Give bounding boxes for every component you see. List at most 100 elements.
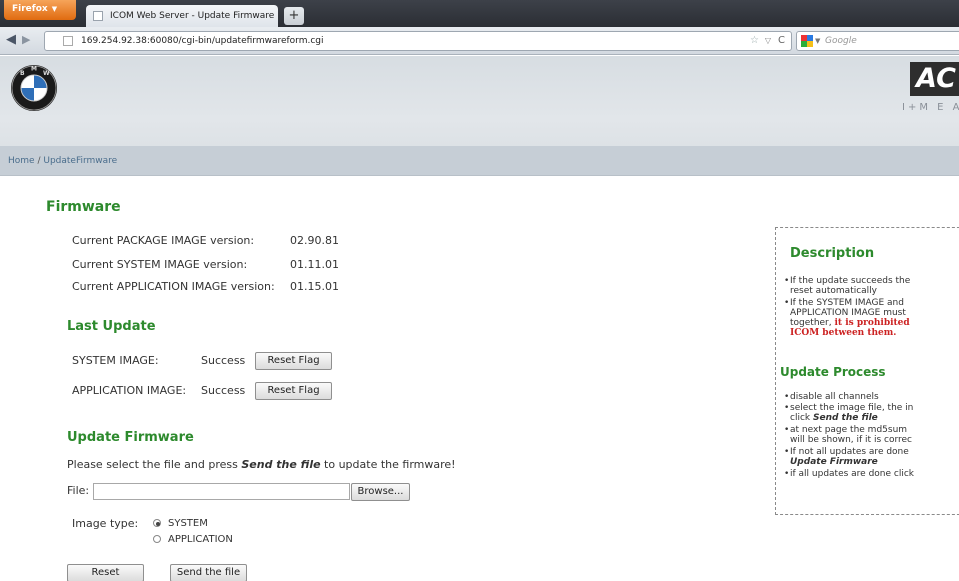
reload-icon[interactable]: C [778,32,785,50]
application-radio-label[interactable]: APPLICATION [168,534,233,545]
update-firmware-title: Update Firmware [67,430,194,445]
process-line: will be shown, if it is correc [790,435,912,445]
bullet-icon: • [784,447,790,457]
reset-flag-system-button[interactable]: Reset Flag [255,352,332,370]
main-content: Firmware Current PACKAGE IMAGE version: … [0,177,959,581]
svg-text:B: B [20,70,25,77]
instruction-emphasis: Send the file [241,458,321,471]
firefox-menu-button[interactable]: Firefox ▼ [4,0,76,20]
package-version-value: 02.90.81 [290,234,339,247]
package-version-row: Current PACKAGE IMAGE version: 02.90.81 [72,234,339,247]
instruction-prefix: Please select the file and press [67,458,242,471]
new-tab-button[interactable]: + [284,7,304,25]
svg-text:M: M [31,66,37,73]
system-radio[interactable] [153,519,161,527]
application-radio[interactable] [153,535,161,543]
bullet-icon: • [784,403,790,413]
application-image-status: Success [201,384,246,397]
application-image-label: APPLICATION IMAGE: [72,384,187,397]
breadcrumb-bar: Home / UpdateFirmware [0,146,959,176]
description-line: If the SYSTEM IMAGE and [790,298,904,308]
bullet-icon: • [784,392,790,402]
application-version-label: Current APPLICATION IMAGE version: [72,280,275,293]
chevron-down-icon: ▼ [51,5,58,13]
brand-logo-text: AC [910,62,959,96]
browser-nav-bar: ◀ ▶ 169.254.92.38:60080/cgi-bin/updatefi… [0,27,959,55]
send-file-button[interactable]: Send the file [170,564,247,581]
process-item: • at next page the md5sum will be shown,… [784,425,912,445]
process-item: • disable all channels [784,392,879,402]
image-type-label: Image type: [72,517,139,530]
reset-button[interactable]: Reset [67,564,144,581]
warning-text: it is prohibited [834,318,910,328]
process-line: at next page the md5sum [790,425,908,435]
update-process-title: Update Process [780,365,886,379]
breadcrumb-separator: / [37,156,41,166]
svg-text:W: W [43,70,50,77]
process-item: • if all updates are done click [784,469,915,479]
browser-tab[interactable]: ICOM Web Server - Update Firmware [86,5,278,27]
process-line: click [790,413,813,423]
description-line: together, [790,318,835,328]
process-emphasis: Send the file [812,413,878,423]
instruction-suffix: to update the firmware! [320,458,456,471]
system-version-value: 01.11.01 [290,258,339,271]
tab-title: ICOM Web Server - Update Firmware [110,11,275,21]
file-path-input[interactable] [93,483,350,500]
bookmark-star-icon[interactable]: ☆ [750,32,759,50]
process-emphasis: Update Firmware [790,457,878,467]
file-label: File: [67,484,90,497]
description-item: • If the SYSTEM IMAGE and APPLICATION IM… [784,298,910,338]
system-image-label: SYSTEM IMAGE: [72,354,159,367]
application-version-value: 01.15.01 [290,280,339,293]
description-title: Description [790,246,875,261]
firmware-title: Firmware [46,199,121,215]
application-version-row: Current APPLICATION IMAGE version: 01.15… [72,280,339,293]
bullet-icon: • [784,425,790,435]
brand-logo: AC I+M E A [898,62,959,122]
site-identity-icon[interactable] [63,36,73,46]
address-bar[interactable]: 169.254.92.38:60080/cgi-bin/updatefirmwa… [44,31,792,51]
process-item: • If not all updates are done Update Fir… [784,447,909,467]
system-image-status: Success [201,354,246,367]
process-line: If not all updates are done [790,447,909,457]
page-favicon-icon [93,11,103,21]
brand-subtitle: I+M E A [902,102,959,113]
google-icon[interactable] [801,35,813,47]
firefox-menu-label: Firefox [12,4,48,14]
bullet-icon: • [784,298,790,308]
last-update-title: Last Update [67,319,156,334]
breadcrumb: Home / UpdateFirmware [8,146,117,176]
search-bar[interactable]: ▼ Google [796,31,959,51]
forward-arrow-icon[interactable]: ▶ [22,32,38,48]
browser-tab-bar: Firefox ▼ ICOM Web Server - Update Firmwa… [0,0,959,27]
process-line: disable all channels [790,392,879,402]
url-text[interactable]: 169.254.92.38:60080/cgi-bin/updatefirmwa… [81,32,324,50]
bmw-logo-icon: B M W [11,65,57,111]
system-version-row: Current SYSTEM IMAGE version: 01.11.01 [72,258,339,271]
update-instruction: Please select the file and press Send th… [67,458,456,471]
description-line: APPLICATION IMAGE must [790,308,906,318]
warning-text: ICOM between them. [790,328,897,338]
description-panel: Description • If the update succeeds the… [775,227,959,515]
breadcrumb-home-link[interactable]: Home [8,156,35,166]
breadcrumb-current[interactable]: UpdateFirmware [43,156,117,166]
system-image-update-row: SYSTEM IMAGE: Success [72,354,245,367]
page-header [0,56,959,146]
description-line: If the update succeeds the [790,276,911,286]
back-arrow-icon[interactable]: ◀ [6,32,22,48]
bullet-icon: • [784,469,790,479]
package-version-label: Current PACKAGE IMAGE version: [72,234,255,247]
search-placeholder[interactable]: Google [825,32,857,50]
browse-button[interactable]: Browse... [351,483,410,501]
description-line: reset automatically [790,286,878,296]
url-dropdown-icon[interactable]: ▽ [765,32,771,50]
reset-flag-application-button[interactable]: Reset Flag [255,382,332,400]
system-radio-label[interactable]: SYSTEM [168,518,208,529]
process-item: • select the image file, the in click Se… [784,403,913,423]
bullet-icon: • [784,276,790,286]
description-item: • If the update succeeds the reset autom… [784,276,911,296]
search-engine-dropdown-icon[interactable]: ▼ [815,32,820,50]
process-line: if all updates are done click [790,469,915,479]
application-image-update-row: APPLICATION IMAGE: Success [72,384,245,397]
